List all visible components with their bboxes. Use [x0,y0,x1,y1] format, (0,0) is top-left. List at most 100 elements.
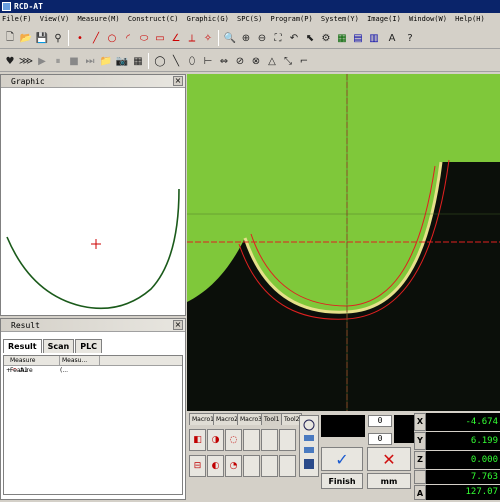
tool-empty-button[interactable] [243,429,260,451]
menu-graphic[interactable]: Graphic(G) [185,13,231,26]
slot-icon[interactable]: ▭ [152,30,168,46]
probe-icon[interactable]: ⚲ [50,30,66,46]
spinner-upper[interactable]: 0 [368,415,392,427]
column-header-feature[interactable]: Measure Feature [4,356,60,374]
text-icon[interactable]: A [384,30,400,46]
settings-icon[interactable]: ⚙ [318,30,334,46]
step-icon[interactable]: ⏭ [82,53,98,69]
pointer-icon[interactable]: ⬉ [302,30,318,46]
tab-plc[interactable]: PLC [75,339,103,353]
menu-help[interactable]: Help(H) [453,13,487,26]
open-folder-icon[interactable]: 📂 [18,30,34,46]
circle-fit-icon[interactable]: ⊘ [232,53,248,69]
ellipse-tool-icon[interactable]: ⬯ [184,53,200,69]
probe-selector[interactable] [299,415,319,477]
menu-window[interactable]: Window(W) [407,13,449,26]
cancel-button[interactable]: ✕ [367,447,411,471]
cursor-tool-icon[interactable]: ⤡ [280,53,296,69]
menu-view[interactable]: View(V) [38,13,72,26]
tool-circle-button[interactable]: ◌ [225,429,242,451]
tool-contour-button[interactable]: ◔ [225,455,242,477]
excel-icon[interactable]: ▦ [334,30,350,46]
tool-empty-button[interactable] [279,429,296,451]
table-row[interactable]: + ◠ A1 (... [4,366,182,376]
menu-measure[interactable]: Measure(M) [75,13,121,26]
tool-empty-button[interactable] [243,455,260,477]
new-file-icon[interactable]: 🗋 [2,30,18,46]
ellipse-icon[interactable]: ⬭ [136,30,152,46]
dro-a-value: 127.07 [414,485,500,500]
probe-selector-icon [303,419,315,469]
confirm-button[interactable]: ✓ [321,447,363,471]
tool-empty-button[interactable] [261,455,278,477]
triangle-icon[interactable]: △ [264,53,280,69]
tab-result[interactable]: Result [3,339,42,353]
folder-icon[interactable]: 📁 [98,53,114,69]
finish-button[interactable]: Finish [321,473,363,489]
line-icon[interactable]: ╱ [88,30,104,46]
circle-icon[interactable]: ○ [104,30,120,46]
result-panel-header: Result [1,319,185,332]
construct-toolbar: ♥ ⋙ ▶ ⏸ ■ ⏭ 📁 📷 ▦ ◯ ╲ ⬯ ⊢ ⇔ ⊘ ⊗ △ ⤡ ⌐ [0,50,500,72]
toolbar-separator [218,30,219,46]
stop-icon[interactable]: ■ [66,53,82,69]
spinner-lower[interactable]: 0 [368,433,392,445]
graphic-close-button[interactable]: × [173,76,183,86]
graphic-canvas[interactable] [1,89,185,315]
heart-icon[interactable]: ♥ [2,53,18,69]
graphic-panel-header: Graphic [1,75,185,88]
perpendicular-icon[interactable]: ⊢ [200,53,216,69]
grid-icon[interactable]: ▦ [130,53,146,69]
menu-system[interactable]: System(Y) [319,13,361,26]
zoom-out-icon[interactable]: ⊖ [254,30,270,46]
tab-tool1[interactable]: Tool1 [261,413,283,425]
title-bar: RCD-AT [0,0,500,13]
toolbar-separator [148,53,149,69]
undo-icon[interactable]: ↶ [286,30,302,46]
save-icon[interactable]: 💾 [34,30,50,46]
result-close-button[interactable]: × [173,320,183,330]
play-icon[interactable]: ▶ [34,53,50,69]
fit-view-icon[interactable]: ⛶ [270,30,286,46]
arc-icon[interactable]: ◜ [120,30,136,46]
point-icon[interactable]: • [72,30,88,46]
app-title: RCD-AT [14,2,43,11]
graphic-panel-title: Graphic [11,77,45,86]
no-icon[interactable]: ⊗ [248,53,264,69]
datum-icon[interactable]: ⌐ [296,53,312,69]
report-icon[interactable]: ▥ [366,30,382,46]
circle-tool-icon[interactable]: ◯ [152,53,168,69]
line-tool-icon[interactable]: ╲ [168,53,184,69]
result-table: Measure Feature Measu... + ◠ A1 (... [3,355,183,495]
column-header-measure[interactable]: Measu... [60,356,100,365]
expand-icon[interactable]: + [4,366,12,376]
pause-icon[interactable]: ⏸ [50,53,66,69]
tool-point-button[interactable]: ◧ [189,429,206,451]
word-icon[interactable]: ▤ [350,30,366,46]
unit-button[interactable]: mm [367,473,411,489]
tool-empty-button[interactable] [279,455,296,477]
tool-empty-button[interactable] [261,429,278,451]
angle-icon[interactable]: ∠ [168,30,184,46]
menu-file[interactable]: File(F) [0,13,34,26]
menu-program[interactable]: Program(P) [269,13,315,26]
app-icon [2,2,11,11]
symmetry-icon[interactable]: ⇔ [216,53,232,69]
menu-construct[interactable]: Construct(C) [126,13,181,26]
distance-icon[interactable]: ⟂ [184,30,200,46]
wand-icon[interactable]: ✧ [200,30,216,46]
help-icon[interactable]: ? [402,30,418,46]
toolbar-separator [68,30,69,46]
tool-edge-button[interactable]: ◐ [207,455,224,477]
menu-spc[interactable]: SPC(S) [235,13,264,26]
zoom-icon[interactable]: 🔍 [222,30,238,46]
run-program-icon[interactable]: ⋙ [18,53,34,69]
tool-line-button[interactable]: ⊟ [189,455,206,477]
dro-x-label: X [414,413,426,431]
camera-icon[interactable]: 📷 [114,53,130,69]
menu-image[interactable]: Image(I) [365,13,403,26]
zoom-in-icon[interactable]: ⊕ [238,30,254,46]
camera-view[interactable] [187,74,500,411]
tool-arc-button[interactable]: ◑ [207,429,224,451]
tab-scan[interactable]: Scan [42,339,75,353]
